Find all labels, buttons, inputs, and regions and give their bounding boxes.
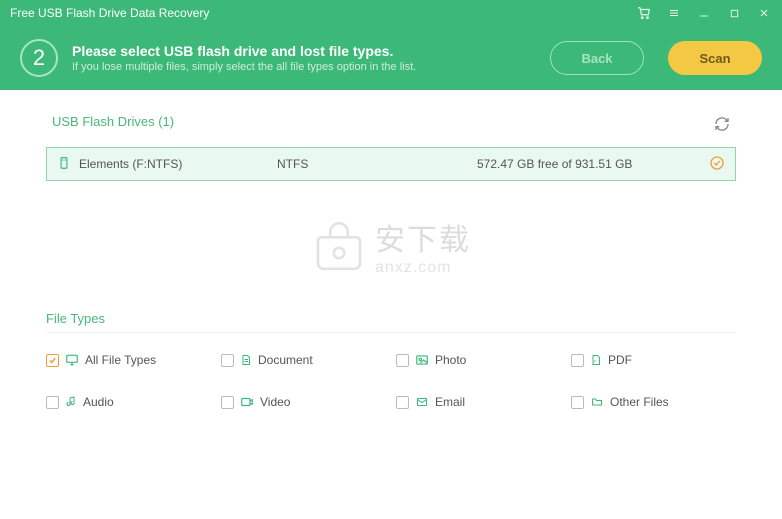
type-label: PDF	[608, 353, 632, 367]
step-number: 2	[20, 39, 58, 77]
drive-row[interactable]: Elements (F:NTFS) NTFS 572.47 GB free of…	[46, 147, 736, 181]
audio-icon	[65, 395, 77, 409]
type-label: Audio	[83, 395, 114, 409]
header-subtitle: If you lose multiple files, simply selec…	[72, 61, 536, 73]
checkbox[interactable]	[396, 354, 409, 367]
type-pdf[interactable]: P PDF	[571, 353, 736, 367]
titlebar: Free USB Flash Drive Data Recovery	[0, 0, 782, 26]
scan-button[interactable]: Scan	[668, 41, 762, 75]
type-document[interactable]: Document	[221, 353, 386, 367]
content: USB Flash Drives (1) Elements (F:NTFS) N…	[0, 90, 782, 419]
checkbox[interactable]	[46, 396, 59, 409]
type-label: Video	[260, 395, 290, 409]
folder-icon	[590, 396, 604, 408]
pdf-icon: P	[590, 353, 602, 367]
watermark-cn: 安下载	[375, 215, 471, 259]
email-icon	[415, 396, 429, 408]
file-types-grid: All File Types Document Photo P PDF Audi…	[46, 353, 736, 409]
cart-icon[interactable]	[636, 5, 652, 21]
monitor-icon	[65, 353, 79, 367]
header-text: Please select USB flash drive and lost f…	[72, 43, 536, 73]
watermark-en: anxz.com	[375, 259, 451, 277]
type-audio[interactable]: Audio	[46, 395, 211, 409]
type-email[interactable]: Email	[396, 395, 561, 409]
drive-name: Elements (F:NTFS)	[79, 157, 182, 171]
type-label: Document	[258, 353, 313, 367]
minimize-icon[interactable]	[696, 5, 712, 21]
video-icon	[240, 395, 254, 409]
header-title: Please select USB flash drive and lost f…	[72, 43, 536, 59]
back-button[interactable]: Back	[550, 41, 644, 75]
close-icon[interactable]	[756, 5, 772, 21]
app-title: Free USB Flash Drive Data Recovery	[10, 6, 636, 20]
type-label: Other Files	[610, 395, 669, 409]
file-types-title: File Types	[46, 311, 736, 326]
drives-header: USB Flash Drives (1)	[46, 114, 736, 147]
checkbox[interactable]	[221, 354, 234, 367]
document-icon	[240, 353, 252, 367]
type-video[interactable]: Video	[221, 395, 386, 409]
drives-title: USB Flash Drives (1)	[52, 114, 174, 129]
refresh-icon[interactable]	[714, 116, 730, 137]
type-label: Email	[435, 395, 465, 409]
checkbox[interactable]	[396, 396, 409, 409]
checkbox[interactable]	[571, 396, 584, 409]
window-controls	[636, 5, 772, 21]
maximize-icon[interactable]	[726, 5, 742, 21]
step-header: 2 Please select USB flash drive and lost…	[0, 26, 782, 90]
drive-fs: NTFS	[277, 157, 477, 171]
checkbox[interactable]	[46, 354, 59, 367]
usb-icon	[57, 155, 71, 174]
type-all-files[interactable]: All File Types	[46, 353, 211, 367]
type-label: Photo	[435, 353, 466, 367]
svg-text:P: P	[594, 360, 597, 364]
selected-check-icon	[709, 155, 725, 174]
type-label: All File Types	[85, 353, 156, 367]
checkbox[interactable]	[221, 396, 234, 409]
watermark: 安下载 anxz.com	[46, 181, 736, 311]
divider	[46, 332, 736, 333]
drive-space: 572.47 GB free of 931.51 GB	[477, 157, 695, 171]
type-other[interactable]: Other Files	[571, 395, 736, 409]
checkbox[interactable]	[571, 354, 584, 367]
photo-icon	[415, 353, 429, 367]
menu-icon[interactable]	[666, 5, 682, 21]
type-photo[interactable]: Photo	[396, 353, 561, 367]
